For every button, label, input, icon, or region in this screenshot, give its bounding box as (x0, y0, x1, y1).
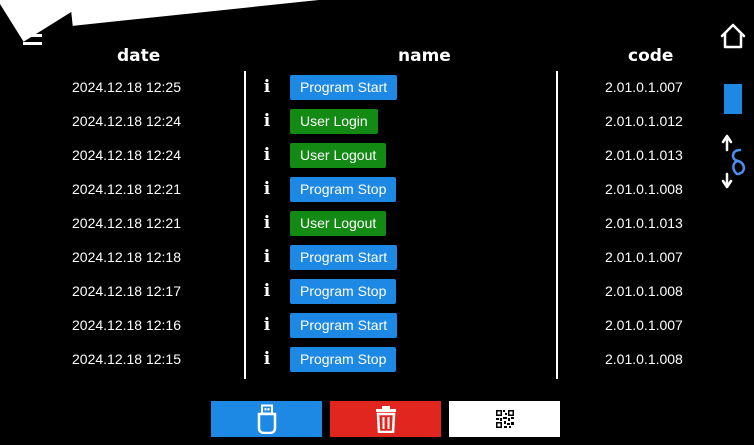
info-icon[interactable]: i (260, 213, 274, 235)
info-icon[interactable]: i (260, 179, 274, 201)
row-date: 2024.12.18 12:25 (72, 79, 181, 95)
info-icon[interactable]: i (260, 247, 274, 269)
table-row: 2024.12.18 12:18 i Program Start 2.01.0.… (0, 243, 710, 277)
column-header-code: code (628, 46, 674, 66)
table-row: 2024.12.18 12:21 i User Logout 2.01.0.1.… (0, 209, 710, 243)
usb-export-button[interactable] (211, 401, 322, 437)
event-badge[interactable]: User Logout (290, 143, 387, 168)
event-log-screen: date name code 2024.12.18 12:25 i Progra… (0, 0, 754, 445)
table-row: 2024.12.18 12:24 i User Logout 2.01.0.1.… (0, 141, 710, 175)
row-date: 2024.12.18 12:21 (72, 181, 181, 197)
info-icon[interactable]: i (260, 111, 274, 133)
row-date: 2024.12.18 12:17 (72, 283, 181, 299)
row-date: 2024.12.18 12:24 (72, 147, 181, 163)
info-icon[interactable]: i (260, 315, 274, 337)
home-icon[interactable] (719, 22, 747, 50)
table-row: 2024.12.18 12:17 i Program Stop 2.01.0.1… (0, 277, 710, 311)
event-badge[interactable]: Program Start (290, 245, 398, 270)
table-row: 2024.12.18 12:16 i Program Start 2.01.0.… (0, 311, 710, 345)
qr-code-button[interactable] (449, 401, 560, 437)
column-header-name: name (398, 46, 451, 66)
row-code: 2.01.0.1.008 (605, 283, 683, 299)
event-badge[interactable]: Program Stop (290, 279, 397, 304)
scrollbar-thumb[interactable] (724, 84, 742, 114)
column-header-date: date (117, 46, 161, 66)
row-date: 2024.12.18 12:21 (72, 215, 181, 231)
event-badge[interactable]: Program Stop (290, 347, 397, 372)
event-badge[interactable]: User Logout (290, 211, 387, 236)
right-sidebar (712, 0, 754, 445)
row-date: 2024.12.18 12:16 (72, 317, 181, 333)
table-row: 2024.12.18 12:24 i User Login 2.01.0.1.0… (0, 107, 710, 141)
qr-code-icon (495, 410, 514, 428)
trash-icon (375, 406, 396, 433)
event-badge[interactable]: Program Start (290, 75, 398, 100)
usb-drive-icon (257, 404, 276, 434)
event-badge[interactable]: Program Stop (290, 177, 397, 202)
row-code: 2.01.0.1.007 (605, 249, 683, 265)
info-icon[interactable]: i (260, 281, 274, 303)
row-code: 2.01.0.1.007 (605, 79, 683, 95)
info-icon[interactable]: i (260, 145, 274, 167)
event-badge[interactable]: User Login (290, 109, 378, 134)
row-code: 2.01.0.1.012 (605, 113, 683, 129)
scroll-up-down-icon[interactable] (720, 130, 750, 190)
row-code: 2.01.0.1.008 (605, 181, 683, 197)
table-row: 2024.12.18 12:21 i Program Stop 2.01.0.1… (0, 175, 710, 209)
table-row: 2024.12.18 12:25 i Program Start 2.01.0.… (0, 73, 710, 107)
hamburger-menu-icon[interactable] (23, 26, 42, 46)
row-date: 2024.12.18 12:18 (72, 249, 181, 265)
table-row: 2024.12.18 12:15 i Program Stop 2.01.0.1… (0, 345, 710, 379)
row-code: 2.01.0.1.013 (605, 147, 683, 163)
row-code: 2.01.0.1.008 (605, 351, 683, 367)
delete-button[interactable] (330, 401, 441, 437)
info-icon[interactable]: i (260, 349, 274, 371)
watermark-fragment (70, 0, 332, 26)
row-date: 2024.12.18 12:24 (72, 113, 181, 129)
event-badge[interactable]: Program Start (290, 313, 398, 338)
info-icon[interactable]: i (260, 77, 274, 99)
row-code: 2.01.0.1.013 (605, 215, 683, 231)
row-date: 2024.12.18 12:15 (72, 351, 181, 367)
event-list: 2024.12.18 12:25 i Program Start 2.01.0.… (0, 73, 710, 379)
row-code: 2.01.0.1.007 (605, 317, 683, 333)
